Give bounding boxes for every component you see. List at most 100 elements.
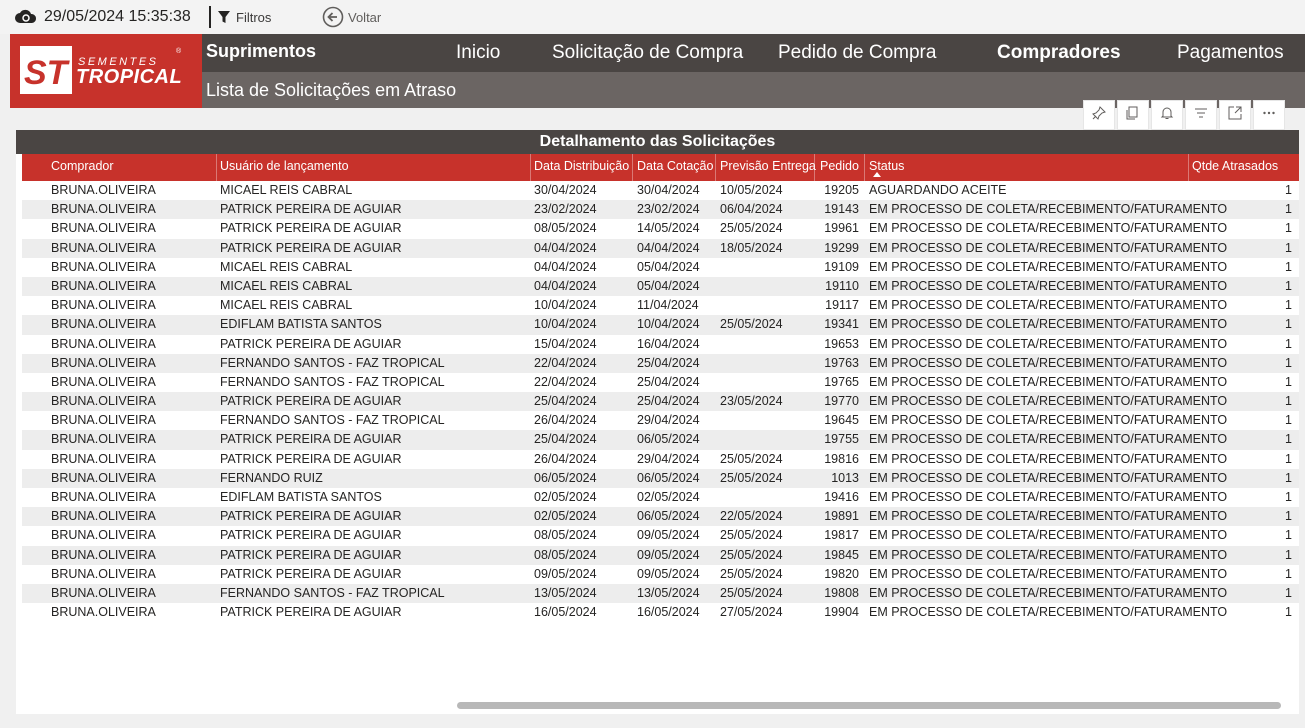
column-divider[interactable]: [814, 154, 815, 181]
column-divider[interactable]: [216, 154, 217, 181]
table-row[interactable]: BRUNA.OLIVEIRA PATRICK PEREIRA DE AGUIAR 2…: [22, 450, 1299, 469]
pin-visual-button[interactable]: [1083, 100, 1115, 130]
table-row[interactable]: BRUNA.OLIVEIRA MICAEL REIS CABRAL 30/04/20…: [22, 181, 1299, 200]
table-row[interactable]: BRUNA.OLIVEIRA PATRICK PEREIRA DE AGUIAR 2…: [22, 430, 1299, 450]
cell-pedido: 19891: [824, 509, 859, 524]
column-divider[interactable]: [715, 154, 716, 181]
table-row[interactable]: BRUNA.OLIVEIRA PATRICK PEREIRA DE AGUIAR 1…: [22, 603, 1299, 622]
cell-usuario: PATRICK PEREIRA DE AGUIAR: [220, 221, 402, 236]
column-divider[interactable]: [530, 154, 531, 181]
column-header-data-cotacao[interactable]: Data Cotação: [637, 154, 713, 181]
cell-status: EM PROCESSO DE COLETA/RECEBIMENTO/FATURA…: [869, 336, 1228, 351]
pin-icon: [1092, 105, 1106, 125]
cell-pedido: 19845: [824, 547, 859, 562]
visual-filter-button[interactable]: [1185, 100, 1217, 130]
nav-compradores[interactable]: Compradores: [997, 42, 1121, 64]
table-row[interactable]: BRUNA.OLIVEIRA PATRICK PEREIRA DE AGUIAR 0…: [22, 565, 1299, 584]
table-row[interactable]: BRUNA.OLIVEIRA MICAEL REIS CABRAL 04/04/20…: [22, 258, 1299, 277]
copy-visual-button[interactable]: [1117, 100, 1149, 130]
cell-qtde-atrasados: 1: [1285, 547, 1292, 562]
column-header-pedido[interactable]: Pedido: [820, 154, 859, 181]
focus-mode-icon: [1228, 106, 1242, 125]
column-header-qtde-atrasados[interactable]: Qtde Atrasados: [1192, 154, 1278, 181]
horizontal-scrollbar[interactable]: [457, 702, 1281, 709]
cell-usuario: FERNANDO SANTOS - FAZ TROPICAL: [220, 374, 445, 389]
nav-pedido-de-compra[interactable]: Pedido de Compra: [778, 42, 936, 64]
nav-inicio[interactable]: Inicio: [456, 42, 500, 64]
cell-status: EM PROCESSO DE COLETA/RECEBIMENTO/FATURA…: [869, 547, 1228, 562]
table-row[interactable]: BRUNA.OLIVEIRA PATRICK PEREIRA DE AGUIAR 1…: [22, 335, 1299, 354]
nav-pagamentos[interactable]: Pagamentos: [1177, 42, 1284, 64]
table-row[interactable]: BRUNA.OLIVEIRA MICAEL REIS CABRAL 10/04/20…: [22, 296, 1299, 315]
filtros-button[interactable]: Filtros: [218, 0, 271, 34]
cell-pedido: 19961: [824, 221, 859, 236]
table-row[interactable]: BRUNA.OLIVEIRA PATRICK PEREIRA DE AGUIAR 2…: [22, 392, 1299, 412]
cell-status: EM PROCESSO DE COLETA/RECEBIMENTO/FATURA…: [869, 470, 1228, 485]
cell-status: AGUARDANDO ACEITE: [869, 183, 1007, 197]
column-header-usuario[interactable]: Usuário de lançamento: [220, 154, 349, 181]
cell-data-distribuicao: 22/04/2024: [534, 374, 597, 389]
cell-data-distribuicao: 10/04/2024: [534, 317, 597, 332]
column-divider[interactable]: [864, 154, 865, 181]
cell-comprador: BRUNA.OLIVEIRA: [51, 183, 156, 197]
column-header-status[interactable]: Status: [869, 154, 904, 181]
cell-usuario: FERNANDO RUIZ: [220, 470, 323, 485]
cell-data-distribuicao: 02/05/2024: [534, 509, 597, 524]
cell-qtde-atrasados: 1: [1285, 566, 1292, 581]
table-row[interactable]: BRUNA.OLIVEIRA FERNANDO SANTOS - FAZ TROP…: [22, 411, 1299, 430]
more-options-button[interactable]: [1253, 100, 1285, 130]
cell-qtde-atrasados: 1: [1285, 528, 1292, 543]
st-logo-mark: ST: [20, 46, 72, 94]
table-row[interactable]: BRUNA.OLIVEIRA PATRICK PEREIRA DE AGUIAR 0…: [22, 219, 1299, 238]
cell-comprador: BRUNA.OLIVEIRA: [51, 605, 156, 620]
table-row[interactable]: BRUNA.OLIVEIRA PATRICK PEREIRA DE AGUIAR 0…: [22, 507, 1299, 527]
table-row[interactable]: BRUNA.OLIVEIRA MICAEL REIS CABRAL 04/04/20…: [22, 276, 1299, 297]
table-row[interactable]: BRUNA.OLIVEIRA FERNANDO RUIZ 06/05/2024 06/…: [22, 468, 1299, 488]
cell-usuario: PATRICK PEREIRA DE AGUIAR: [220, 394, 402, 409]
table-row[interactable]: BRUNA.OLIVEIRA FERNANDO SANTOS - FAZ TROP…: [22, 353, 1299, 373]
cell-usuario: PATRICK PEREIRA DE AGUIAR: [220, 509, 402, 524]
cell-data-distribuicao: 02/05/2024: [534, 490, 597, 504]
column-header-previsao-entrega[interactable]: Previsão Entrega: [720, 154, 816, 181]
table-title: Detalhamento das Solicitações: [16, 130, 1299, 154]
column-divider[interactable]: [632, 154, 633, 181]
cell-usuario: PATRICK PEREIRA DE AGUIAR: [220, 605, 402, 620]
filter-lines-icon: [1194, 106, 1208, 125]
voltar-button[interactable]: Voltar: [322, 0, 381, 34]
column-divider[interactable]: [1188, 154, 1189, 181]
logo-mark-text: ST: [24, 54, 71, 92]
table-row[interactable]: BRUNA.OLIVEIRA PATRICK PEREIRA DE AGUIAR 0…: [22, 238, 1299, 258]
cell-previsao-entrega: 27/05/2024: [720, 605, 783, 620]
top-utility-bar: 29/05/2024 15:35:38 Filtros Voltar: [0, 0, 1305, 34]
table-row[interactable]: BRUNA.OLIVEIRA PATRICK PEREIRA DE AGUIAR 0…: [22, 526, 1299, 545]
cell-data-cotacao: 29/04/2024: [637, 451, 700, 466]
logo-text-big: TROPICAL: [76, 66, 183, 88]
table-row[interactable]: BRUNA.OLIVEIRA EDIFLAM BATISTA SANTOS 02/0…: [22, 488, 1299, 507]
cell-usuario: PATRICK PEREIRA DE AGUIAR: [220, 451, 402, 466]
cell-data-cotacao: 13/05/2024: [637, 585, 700, 600]
alert-button[interactable]: [1151, 100, 1183, 130]
focus-mode-button[interactable]: [1219, 100, 1251, 130]
table-row[interactable]: BRUNA.OLIVEIRA EDIFLAM BATISTA SANTOS 10/0…: [22, 315, 1299, 335]
column-header-data-distribuicao[interactable]: Data Distribuição: [534, 154, 629, 181]
table-row[interactable]: BRUNA.OLIVEIRA FERNANDO SANTOS - FAZ TROP…: [22, 583, 1299, 604]
column-header-comprador[interactable]: Comprador: [51, 154, 114, 181]
cell-qtde-atrasados: 1: [1285, 183, 1292, 197]
cell-data-distribuicao: 06/05/2024: [534, 470, 597, 485]
cell-qtde-atrasados: 1: [1285, 259, 1292, 274]
cell-comprador: BRUNA.OLIVEIRA: [51, 394, 156, 409]
app-title: Suprimentos: [206, 41, 317, 61]
nav-solicitacao-de-compra[interactable]: Solicitação de Compra: [552, 42, 743, 64]
table-row[interactable]: BRUNA.OLIVEIRA PATRICK PEREIRA DE AGUIAR 0…: [22, 545, 1299, 565]
cell-data-distribuicao: 22/04/2024: [534, 355, 597, 370]
cell-comprador: BRUNA.OLIVEIRA: [51, 374, 156, 389]
cell-comprador: BRUNA.OLIVEIRA: [51, 432, 156, 447]
cell-previsao-entrega: 25/05/2024: [720, 585, 783, 600]
cell-pedido: 19816: [824, 451, 859, 466]
cell-qtde-atrasados: 1: [1285, 355, 1292, 370]
cell-pedido: 19416: [824, 490, 859, 504]
cell-data-cotacao: 14/05/2024: [637, 221, 700, 236]
table-row[interactable]: BRUNA.OLIVEIRA PATRICK PEREIRA DE AGUIAR 2…: [22, 200, 1299, 220]
table-row[interactable]: BRUNA.OLIVEIRA FERNANDO SANTOS - FAZ TROP…: [22, 373, 1299, 392]
cell-status: EM PROCESSO DE COLETA/RECEBIMENTO/FATURA…: [869, 509, 1228, 524]
